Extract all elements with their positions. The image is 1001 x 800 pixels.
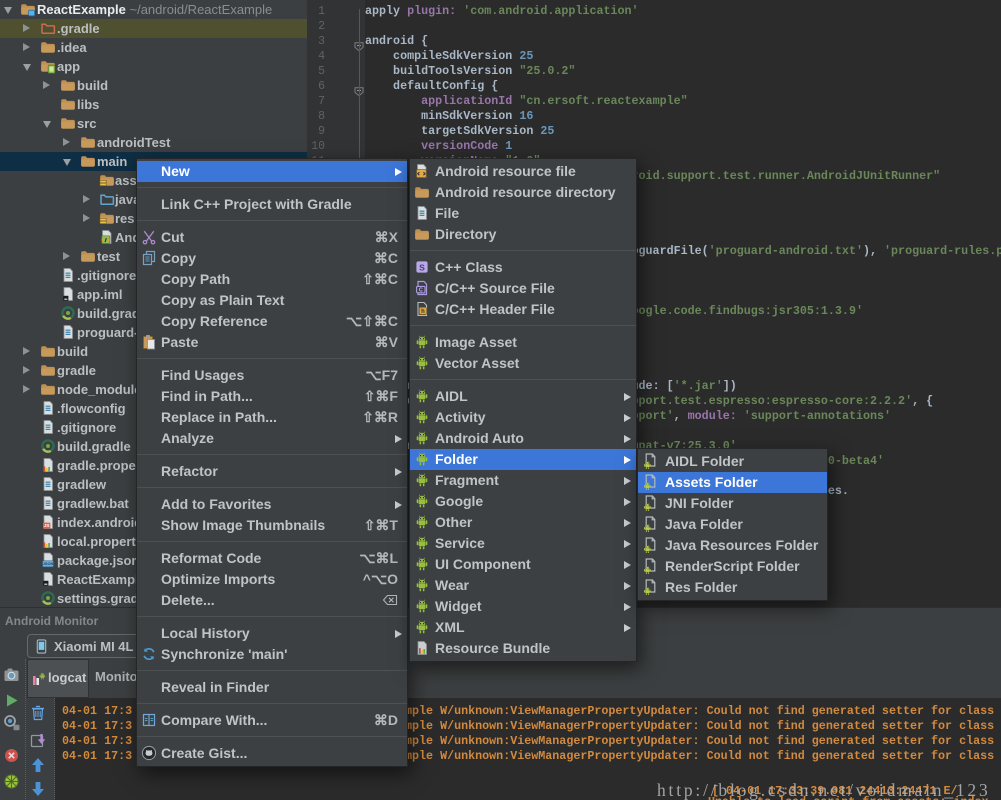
svg-text:JSON: JSON	[43, 561, 54, 566]
svg-text:S: S	[419, 262, 425, 272]
svg-text:C: C	[419, 288, 423, 294]
svg-text:h: h	[421, 308, 425, 315]
svg-text:JS: JS	[44, 523, 50, 528]
